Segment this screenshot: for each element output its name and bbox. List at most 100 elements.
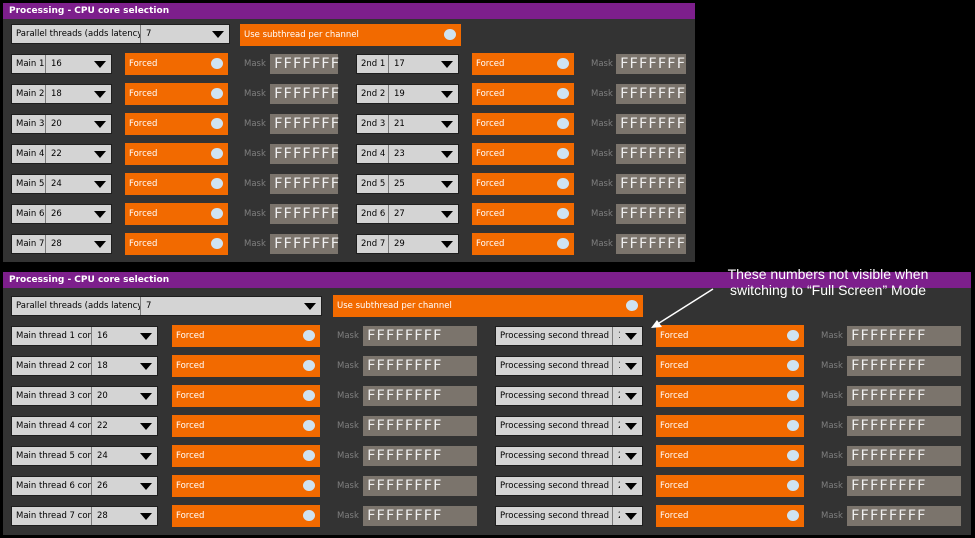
dropdown-button[interactable] [620,507,642,525]
second-thread-combo[interactable]: 2nd 6 27 [356,204,459,224]
subthread-toggle[interactable]: Use subthread per channel [240,24,461,46]
second-mask-field[interactable]: FFFFFFFF [847,356,961,376]
main-forced-toggle[interactable]: Forced [172,415,320,437]
main-forced-toggle[interactable]: Forced [172,505,320,527]
second-thread-combo[interactable]: 2nd 3 21 [356,114,459,134]
main-thread-combo[interactable]: Main 2 18 [11,84,112,104]
dropdown-button[interactable] [620,417,642,435]
main-forced-toggle[interactable]: Forced [125,173,228,195]
main-mask-field[interactable]: FFFFFFFF [363,326,477,346]
main-thread-combo[interactable]: Main 4 22 [11,144,112,164]
main-thread-combo[interactable]: Main thread 2 core 18 [11,356,158,376]
main-mask-field[interactable]: FFFFFFFF [363,506,477,526]
main-forced-toggle[interactable]: Forced [125,143,228,165]
main-thread-combo[interactable]: Main 7 28 [11,234,112,254]
dropdown-button[interactable] [436,175,458,193]
second-thread-combo[interactable]: 2nd 5 25 [356,174,459,194]
dropdown-button[interactable] [89,85,111,103]
second-mask-field[interactable]: FFFFFFFF [847,506,961,526]
second-forced-toggle[interactable]: Forced [656,415,804,437]
second-forced-toggle[interactable]: Forced [472,173,574,195]
main-thread-combo[interactable]: Main 3 20 [11,114,112,134]
second-mask-field[interactable]: FFFFFFFF [847,386,961,406]
second-forced-toggle[interactable]: Forced [472,83,574,105]
second-thread-combo[interactable]: 2nd 2 19 [356,84,459,104]
second-forced-toggle[interactable]: Forced [472,203,574,225]
second-forced-toggle[interactable]: Forced [472,143,574,165]
main-forced-toggle[interactable]: Forced [172,355,320,377]
second-forced-toggle[interactable]: Forced [656,325,804,347]
subthread-toggle[interactable]: Use subthread per channel [333,295,643,317]
main-mask-field[interactable]: FFFFFFFF [363,476,477,496]
main-forced-toggle[interactable]: Forced [125,203,228,225]
second-forced-toggle[interactable]: Forced [656,475,804,497]
main-thread-combo[interactable]: Main 5 24 [11,174,112,194]
main-thread-combo[interactable]: Main thread 6 core 26 [11,476,158,496]
second-thread-combo[interactable]: Processing second thread 21 [495,356,643,376]
second-thread-combo[interactable]: Processing second thread 42 [495,416,643,436]
main-mask-field[interactable]: FFFFFFF [270,84,339,104]
second-mask-field[interactable]: FFFFFFFF [847,416,961,436]
main-mask-field[interactable]: FFFFFFFF [363,386,477,406]
dropdown-button[interactable] [89,175,111,193]
second-forced-toggle[interactable]: Forced [472,233,574,255]
dropdown-button[interactable] [135,447,157,465]
second-mask-field[interactable]: FFFFFFF [616,84,686,104]
main-mask-field[interactable]: FFFFFFF [270,234,339,254]
second-forced-toggle[interactable]: Forced [656,445,804,467]
dropdown-button[interactable] [620,477,642,495]
main-forced-toggle[interactable]: Forced [125,113,228,135]
dropdown-button[interactable] [135,357,157,375]
second-forced-toggle[interactable]: Forced [656,355,804,377]
main-forced-toggle[interactable]: Forced [125,53,228,75]
dropdown-button[interactable] [135,507,157,525]
second-thread-combo[interactable]: Processing second thread 11 [495,326,643,346]
dropdown-button[interactable] [436,55,458,73]
second-thread-combo[interactable]: Processing second thread 52 [495,446,643,466]
second-mask-field[interactable]: FFFFFFF [616,174,686,194]
second-mask-field[interactable]: FFFFFFFF [847,446,961,466]
second-forced-toggle[interactable]: Forced [472,53,574,75]
dropdown-button[interactable] [135,327,157,345]
main-mask-field[interactable]: FFFFFFF [270,54,339,74]
main-forced-toggle[interactable]: Forced [172,325,320,347]
second-forced-toggle[interactable]: Forced [472,113,574,135]
main-thread-combo[interactable]: Main thread 1 core 16 [11,326,158,346]
main-mask-field[interactable]: FFFFFFFF [363,356,477,376]
dropdown-button[interactable] [89,115,111,133]
main-mask-field[interactable]: FFFFFFFF [363,416,477,436]
main-thread-combo[interactable]: Main 1 16 [11,54,112,74]
dropdown-button[interactable] [436,235,458,253]
second-mask-field[interactable]: FFFFFFF [616,204,686,224]
second-forced-toggle[interactable]: Forced [656,505,804,527]
second-mask-field[interactable]: FFFFFFF [616,234,686,254]
main-forced-toggle[interactable]: Forced [172,445,320,467]
dropdown-button[interactable] [436,145,458,163]
main-mask-field[interactable]: FFFFFFF [270,144,339,164]
main-forced-toggle[interactable]: Forced [125,83,228,105]
second-mask-field[interactable]: FFFFFFF [616,144,686,164]
main-thread-combo[interactable]: Main thread 3 core 20 [11,386,158,406]
dropdown-button[interactable] [620,387,642,405]
second-thread-combo[interactable]: 2nd 7 29 [356,234,459,254]
main-mask-field[interactable]: FFFFFFF [270,174,339,194]
dropdown-button[interactable] [436,115,458,133]
dropdown-button[interactable] [620,447,642,465]
main-thread-combo[interactable]: Main thread 7 core 28 [11,506,158,526]
second-mask-field[interactable]: FFFFFFFF [847,476,961,496]
second-thread-combo[interactable]: 2nd 1 17 [356,54,459,74]
main-mask-field[interactable]: FFFFFFFF [363,446,477,466]
dropdown-button[interactable] [620,327,642,345]
dropdown-button[interactable] [436,205,458,223]
second-thread-combo[interactable]: Processing second thread 72 [495,506,643,526]
main-thread-combo[interactable]: Main thread 5 core 24 [11,446,158,466]
second-mask-field[interactable]: FFFFFFF [616,54,686,74]
dropdown-button[interactable] [89,205,111,223]
main-forced-toggle[interactable]: Forced [172,475,320,497]
dropdown-button[interactable] [135,387,157,405]
dropdown-button[interactable] [135,477,157,495]
second-thread-combo[interactable]: 2nd 4 23 [356,144,459,164]
second-mask-field[interactable]: FFFFFFF [616,114,686,134]
main-mask-field[interactable]: FFFFFFF [270,114,339,134]
dropdown-button[interactable] [89,145,111,163]
